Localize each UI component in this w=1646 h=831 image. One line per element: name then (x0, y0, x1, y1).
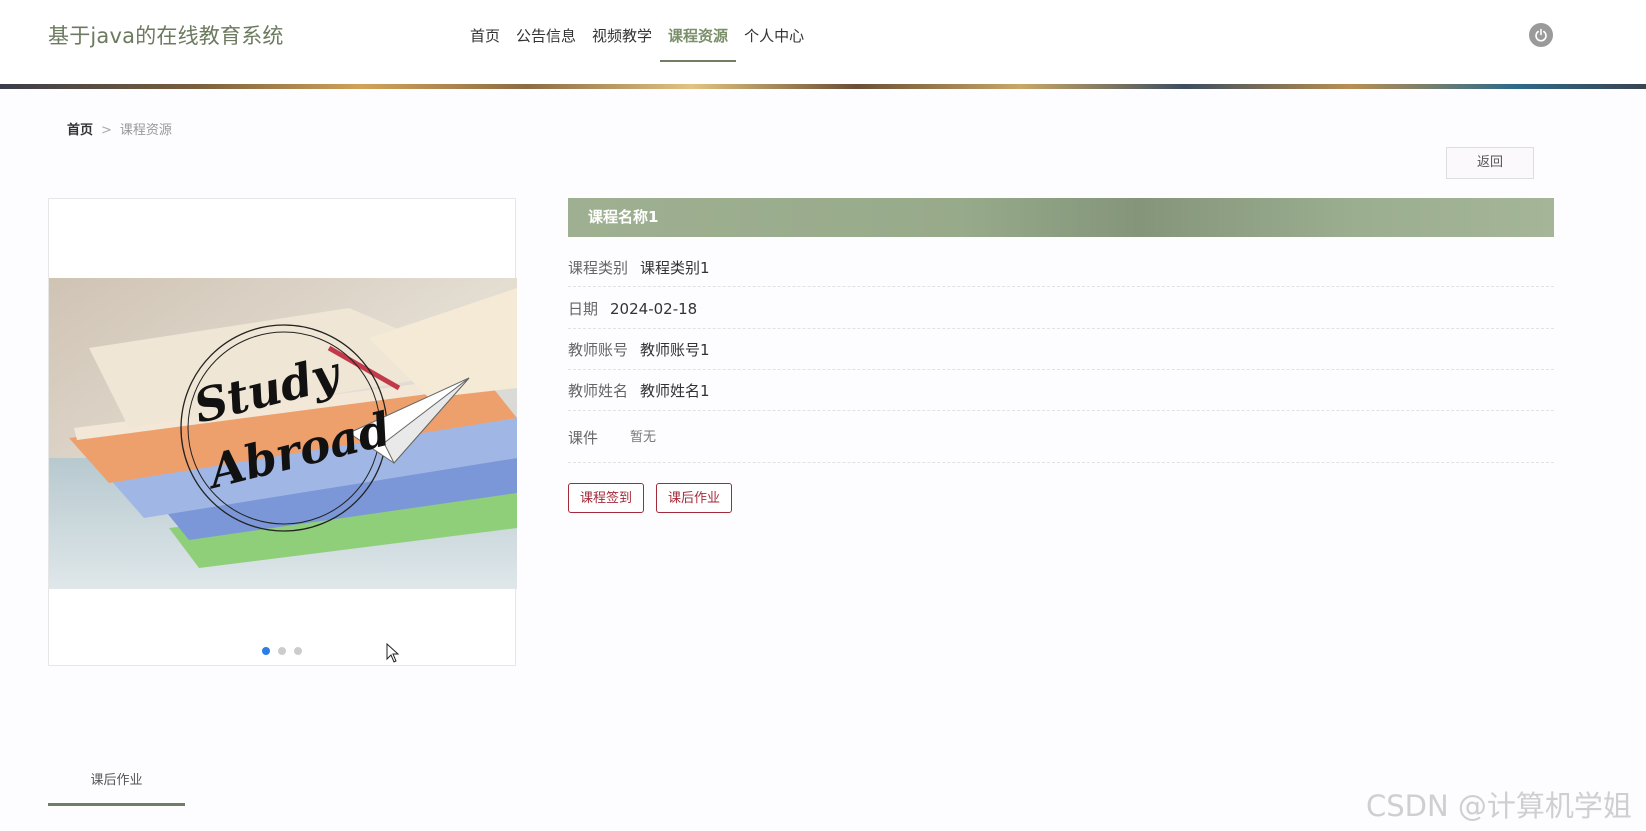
courseware-label: 课件 (568, 428, 599, 447)
breadcrumb-home[interactable]: 首页 (67, 123, 93, 138)
courseware-value: 暂无 (630, 429, 657, 445)
nav-item-video-teaching[interactable]: 视频教学 (584, 0, 660, 62)
category-value: 课程类别1 (640, 258, 710, 277)
course-title-bar: 课程名称1 (568, 198, 1554, 237)
detail-row-date: 日期 2024-02-18 (568, 289, 1554, 329)
category-label: 课程类别 (568, 258, 629, 277)
carousel-dot-3[interactable] (294, 647, 302, 655)
nav-item-announcements[interactable]: 公告信息 (508, 0, 584, 62)
nav-item-personal-center[interactable]: 个人中心 (736, 0, 812, 62)
date-value: 2024-02-18 (610, 299, 698, 318)
detail-row-category: 课程类别 课程类别1 (568, 248, 1554, 287)
top-header: 基于java的在线教育系统 首页 公告信息 视频教学 课程资源 个人中心 (0, 0, 1646, 84)
course-image: Study Abroad (49, 278, 517, 589)
banner-image-strip (0, 84, 1646, 89)
detail-row-courseware: 课件 暂无 (568, 412, 1554, 463)
course-name: 课程名称1 (588, 208, 659, 226)
site-title: 基于java的在线教育系统 (48, 24, 284, 48)
power-icon (1535, 28, 1547, 42)
image-carousel[interactable]: Study Abroad (48, 198, 517, 666)
nav-item-home[interactable]: 首页 (462, 0, 508, 62)
tab-homework[interactable]: 课后作业 (48, 770, 185, 806)
date-label: 日期 (568, 300, 599, 318)
carousel-indicators (262, 647, 302, 655)
detail-row-teacher-account: 教师账号 教师账号1 (568, 330, 1554, 370)
carousel-dot-2[interactable] (278, 647, 286, 655)
watermark-text: CSDN @计算机学姐 (1366, 789, 1632, 823)
teacher-name-value: 教师姓名1 (640, 382, 710, 400)
homework-button[interactable]: 课后作业 (656, 483, 732, 513)
breadcrumb-current: 课程资源 (119, 123, 172, 138)
teacher-account-value: 教师账号1 (640, 341, 710, 359)
breadcrumb-separator: > (101, 123, 112, 138)
course-sign-in-button[interactable]: 课程签到 (568, 483, 644, 513)
carousel-dot-1[interactable] (262, 647, 270, 655)
breadcrumb: 首页 > 课程资源 (67, 119, 172, 138)
detail-row-teacher-name: 教师姓名 教师姓名1 (568, 371, 1554, 411)
nav-item-course-resources[interactable]: 课程资源 (660, 0, 737, 62)
back-button[interactable]: 返回 (1446, 147, 1534, 179)
main-nav: 首页 公告信息 视频教学 课程资源 个人中心 (462, 0, 812, 62)
teacher-account-label: 教师账号 (568, 341, 629, 359)
mouse-cursor-icon (386, 643, 400, 663)
power-button[interactable] (1529, 23, 1553, 47)
teacher-name-label: 教师姓名 (568, 382, 629, 400)
